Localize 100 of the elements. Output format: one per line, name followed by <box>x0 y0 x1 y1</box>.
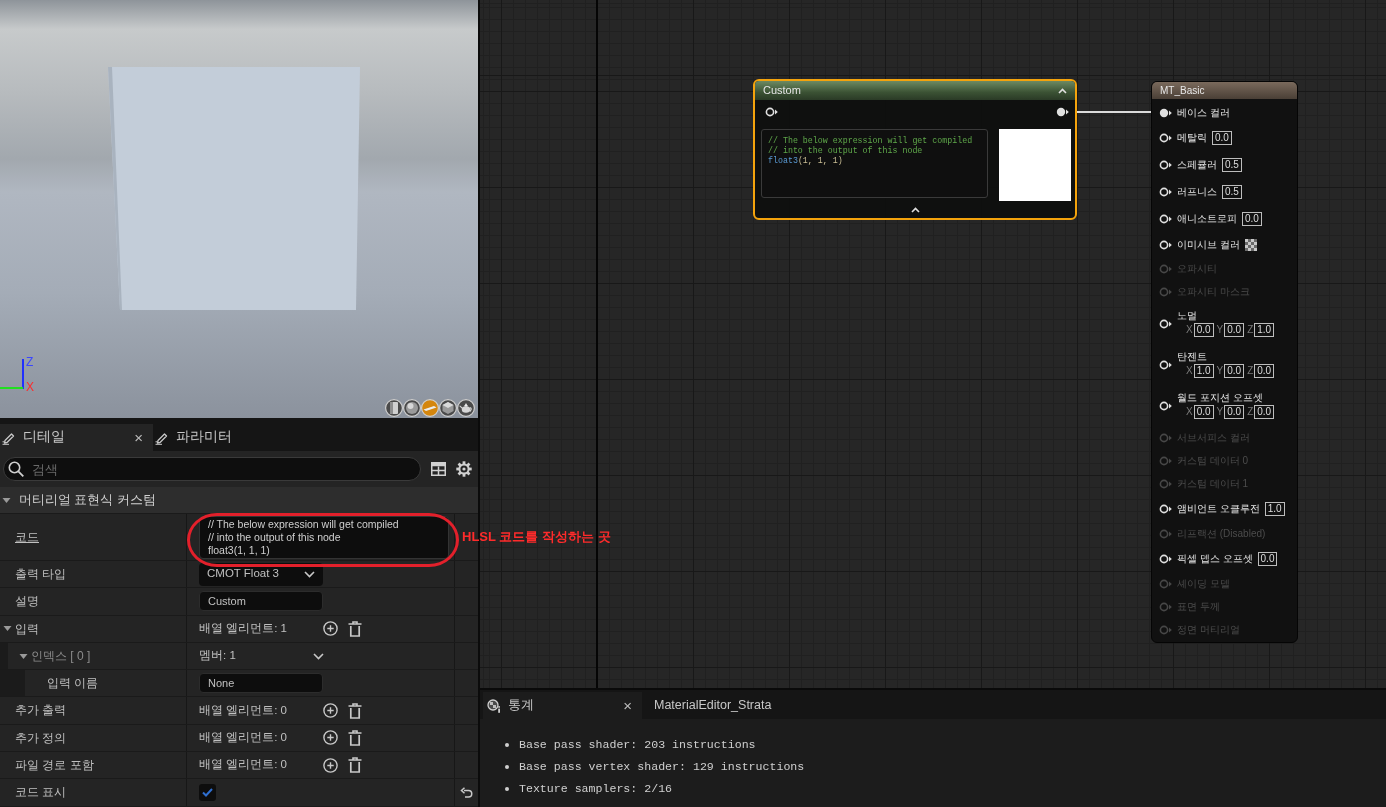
chevron-up-icon[interactable] <box>910 206 920 213</box>
value-field[interactable]: 0.0 <box>1193 405 1214 419</box>
sphere-icon[interactable] <box>403 399 421 417</box>
property-label: 설명 <box>15 594 39 609</box>
settings-icon[interactable] <box>456 461 472 477</box>
pin-label: 애니소트로피 <box>1177 212 1237 225</box>
axis-label: Z <box>26 356 34 368</box>
pin-icon[interactable] <box>1159 132 1172 143</box>
value-field[interactable]: 1.0 <box>1264 501 1285 516</box>
value-field[interactable]: 0.0 <box>1254 405 1275 419</box>
checkbox[interactable] <box>199 784 216 801</box>
pin-icon[interactable] <box>1159 400 1172 411</box>
value-field[interactable]: 0.0 <box>1224 364 1245 378</box>
pin-icon[interactable] <box>1159 318 1172 329</box>
add-circle-icon[interactable] <box>323 730 338 746</box>
code-field[interactable]: // The below expression will get compiled // into the output of this node float3(1, 1, 1) <box>199 515 449 559</box>
bullet-icon <box>505 743 509 747</box>
panel-tab[interactable]: 디테일 × <box>0 424 153 451</box>
add-circle-icon[interactable] <box>323 703 338 719</box>
trash-icon[interactable] <box>348 702 362 719</box>
pencil-icon <box>2 430 16 445</box>
panel-tab[interactable]: MaterialEditor_Strata <box>642 692 782 719</box>
chevron-up-icon[interactable] <box>1058 87 1067 94</box>
value-field[interactable]: 0.0 <box>1242 211 1262 226</box>
trash-icon[interactable] <box>348 729 362 746</box>
axis-label: Y <box>1216 406 1224 418</box>
property-label: 추가 정의 <box>15 730 67 746</box>
cylinder-icon[interactable] <box>385 399 403 417</box>
pin-label: 스페큘러 <box>1177 158 1217 171</box>
value-field[interactable]: 0.0 <box>1212 130 1232 145</box>
array-count-text: 배열 엘리먼트: 1 <box>199 621 287 634</box>
trash-icon[interactable] <box>348 620 362 637</box>
add-circle-icon[interactable] <box>323 621 338 637</box>
value-field[interactable]: 0.5 <box>1222 157 1242 172</box>
close-button[interactable]: × <box>134 430 143 445</box>
pin-label: 월드 포지션 오프셋 <box>1177 392 1264 404</box>
chevron-down-icon[interactable] <box>313 652 324 660</box>
axis-gizmo-icon <box>0 358 26 390</box>
material-node[interactable] <box>1151 81 1298 643</box>
value-field[interactable]: 0.0 <box>1224 323 1245 337</box>
search-icon <box>8 461 24 477</box>
text-field[interactable]: None <box>199 673 323 694</box>
member-count-text: 멤버: 1 <box>199 649 236 662</box>
caret-down-icon <box>2 495 11 505</box>
property-label: 파일 경로 포함 <box>15 758 94 773</box>
pin-icon[interactable] <box>1159 159 1172 170</box>
property-label: 코드 표시 <box>15 785 67 800</box>
property-label: 입력 이름 <box>47 676 99 691</box>
array-count-text: 배열 엘리먼트: 0 <box>199 758 287 771</box>
array-count-text: 배열 엘리먼트: 0 <box>199 703 287 716</box>
trash-icon[interactable] <box>348 757 362 774</box>
pin-icon[interactable] <box>1159 213 1172 224</box>
value-field[interactable]: 0.0 <box>1193 323 1214 337</box>
panel-tab[interactable]: 파라미터 <box>153 424 306 451</box>
axis-label: Y <box>1216 324 1224 336</box>
axis-label: X <box>26 381 34 393</box>
bullet-icon <box>505 787 509 791</box>
search-field[interactable]: 검색 <box>3 457 421 481</box>
stat-line: Base pass vertex shader: 129 instructions <box>519 760 805 774</box>
property-label: 입력 <box>15 621 39 636</box>
axis-label: Z <box>1247 365 1254 377</box>
teapot-icon[interactable] <box>457 399 475 417</box>
close-button[interactable]: × <box>623 698 632 713</box>
pin-icon[interactable] <box>1159 239 1172 250</box>
pin-label: 이미시브 컬러 <box>1177 238 1240 251</box>
property-label: 출력 타입 <box>15 566 67 582</box>
reset-arrow-icon[interactable] <box>460 787 473 798</box>
value-field[interactable]: 0.0 <box>1254 364 1275 378</box>
code-line: // The below expression will get compiled <box>768 136 974 146</box>
input-pin-icon[interactable] <box>765 107 778 117</box>
table-icon[interactable] <box>431 462 446 476</box>
pin-icon[interactable] <box>1159 553 1172 564</box>
array-count-text: 배열 엘리먼트: 0 <box>199 731 287 744</box>
pin-label: 노멀 <box>1177 310 1198 322</box>
caret-down-icon[interactable] <box>19 651 28 661</box>
section-header[interactable]: 머티리얼 표현식 커스텀 <box>0 487 478 514</box>
cube-icon[interactable] <box>439 399 457 417</box>
pin-icon[interactable] <box>1159 107 1172 118</box>
output-pin-icon[interactable] <box>1056 107 1069 117</box>
stat-line: Base pass shader: 203 instructions <box>519 738 756 752</box>
pin-icon[interactable] <box>1159 186 1172 197</box>
pin-icon[interactable] <box>1159 503 1172 514</box>
add-circle-icon[interactable] <box>323 757 338 773</box>
value-field[interactable]: 0.0 <box>1224 405 1245 419</box>
bullet-icon <box>505 765 509 769</box>
value-field[interactable]: 0.0 <box>1257 551 1278 566</box>
panel-tab[interactable]: 통계 × <box>483 692 642 719</box>
value-field[interactable]: 1.0 <box>1254 323 1275 337</box>
value-field[interactable]: 1.0 <box>1193 364 1214 378</box>
caret-down-icon[interactable] <box>3 624 12 634</box>
custom-node[interactable]: Custom // The below expression will get compiled // into the output of this node float3(1, 1, 1) <box>753 79 1077 220</box>
pin-label: 베이스 컬러 <box>1177 106 1230 119</box>
axis-label: X <box>1186 365 1193 377</box>
plane-icon[interactable] <box>421 399 439 417</box>
value-field[interactable]: 0.5 <box>1222 184 1242 199</box>
axis-label: X <box>1186 406 1193 418</box>
axis-label: X <box>1186 324 1193 336</box>
info-circle-icon <box>487 698 501 713</box>
text-field[interactable]: Custom <box>199 591 323 612</box>
pin-icon[interactable] <box>1159 359 1172 370</box>
